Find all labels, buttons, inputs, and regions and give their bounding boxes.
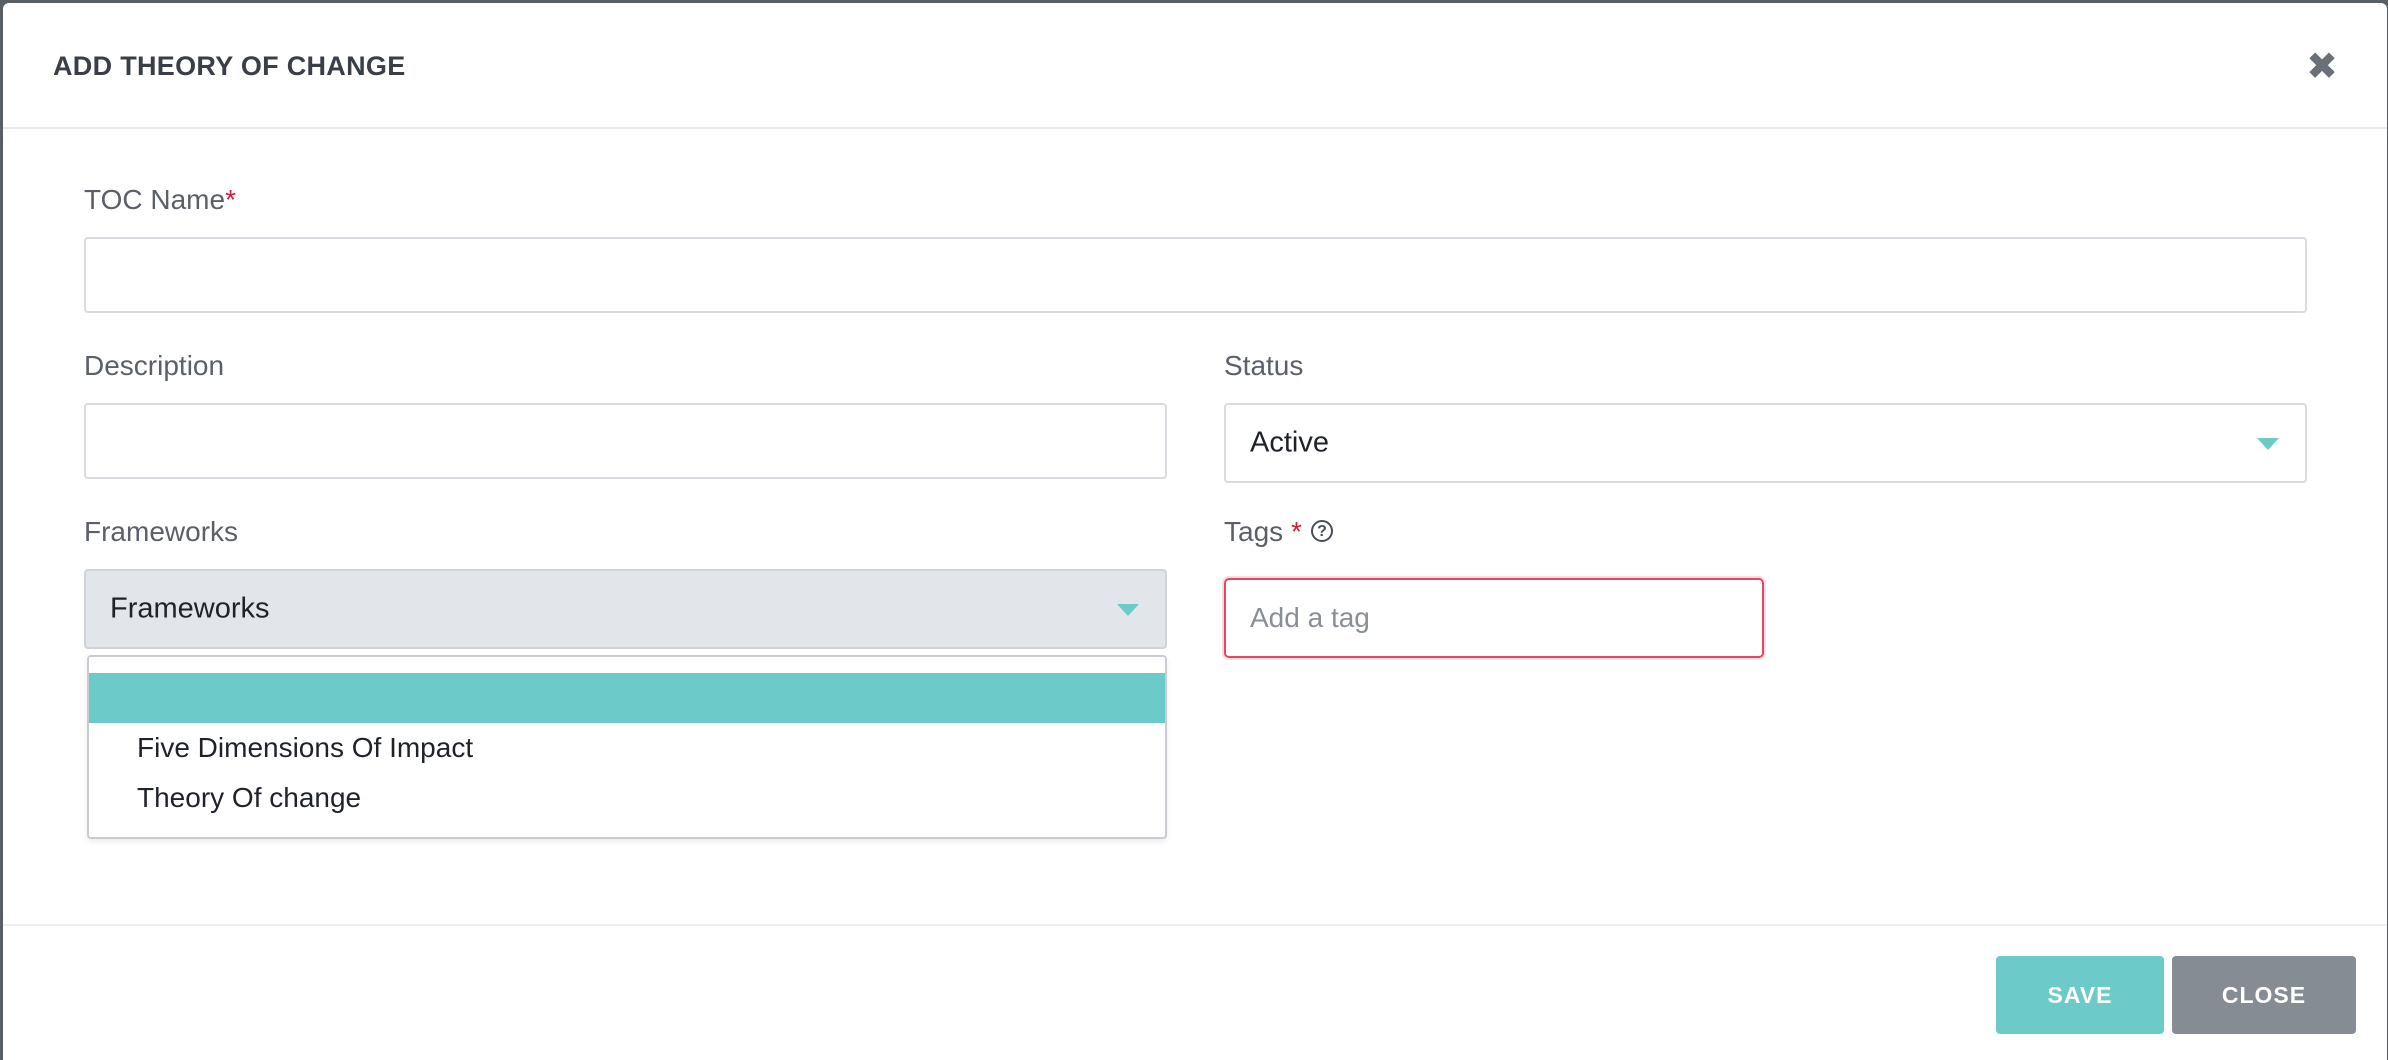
description-input[interactable] — [84, 403, 1167, 479]
frameworks-select[interactable]: Frameworks — [84, 569, 1167, 649]
modal-header: ADD THEORY OF CHANGE ✖ — [3, 3, 2387, 129]
description-label: Description — [84, 350, 225, 381]
toc-name-label: TOC Name* — [84, 184, 236, 216]
required-asterisk: * — [1290, 516, 1302, 547]
frameworks-label: Frameworks — [84, 516, 239, 547]
save-button[interactable]: SAVE — [1996, 956, 2164, 1034]
required-asterisk: * — [225, 184, 236, 215]
tags-input[interactable] — [1224, 578, 1764, 658]
tags-label-text: Tags — [1224, 516, 1284, 547]
chevron-down-icon — [2257, 438, 2279, 450]
status-selected-value: Active — [1250, 426, 1329, 459]
tags-label: Tags * — [1224, 516, 1302, 548]
add-toc-modal: ADD THEORY OF CHANGE ✖ TOC Name* Descrip… — [3, 3, 2387, 1060]
chevron-down-icon — [1117, 604, 1139, 616]
status-select[interactable]: Active — [1224, 403, 2307, 483]
close-x-icon[interactable]: ✖ — [2302, 47, 2342, 87]
toc-name-input[interactable] — [84, 237, 2307, 313]
status-label: Status — [1224, 350, 1304, 381]
close-button[interactable]: CLOSE — [2172, 956, 2356, 1034]
frameworks-selected-value: Frameworks — [110, 592, 270, 625]
question-circle-icon[interactable]: ? — [1311, 520, 1333, 542]
toc-name-label-text: TOC Name — [84, 184, 226, 215]
modal-title: ADD THEORY OF CHANGE — [53, 51, 406, 81]
dropdown-option-empty[interactable] — [89, 673, 1165, 723]
dropdown-option-theory-of-change[interactable]: Theory Of change — [89, 773, 1165, 823]
frameworks-dropdown-list: Five Dimensions Of Impact Theory Of chan… — [87, 655, 1167, 839]
dropdown-option-five-dimensions[interactable]: Five Dimensions Of Impact — [89, 723, 1165, 773]
footer-divider — [3, 924, 2387, 926]
